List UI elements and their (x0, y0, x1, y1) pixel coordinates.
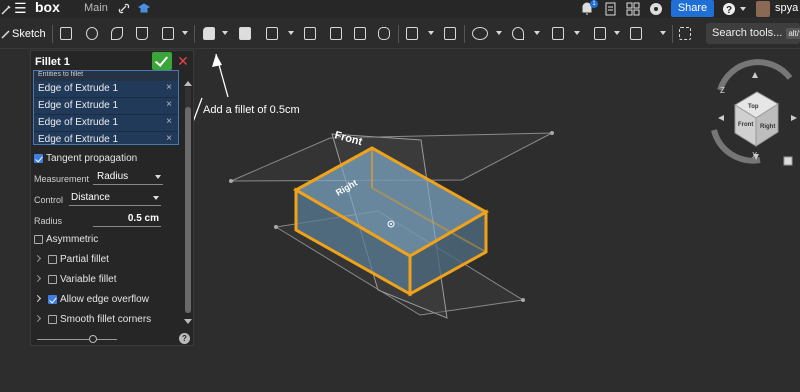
radius-label: Radius (34, 216, 63, 226)
plane-handle (521, 298, 525, 302)
control-label: Control (34, 195, 64, 205)
fillet-dialog: Fillet 1 ✕ Entities to fillet Edge of Ex… (30, 50, 194, 346)
entity-label: Edge of Extrude 1 (38, 83, 119, 94)
axis-z-label: Z (720, 86, 725, 95)
plane-handle (229, 179, 233, 183)
smooth-fillet-corners-checkbox[interactable] (48, 315, 57, 324)
plane-handle (274, 225, 278, 229)
list-item[interactable]: Edge of Extrude 1 × (34, 115, 178, 132)
smooth-fillet-corners-label: Smooth fillet corners (60, 314, 152, 325)
entities-label: Entities to fillet (38, 71, 84, 78)
radius-input[interactable]: 0.5 cm (93, 213, 161, 227)
entity-label: Edge of Extrude 1 (38, 117, 119, 128)
chevron-right-icon[interactable] (33, 314, 42, 323)
annotation-text: Add a fillet of 0.5cm (203, 104, 300, 116)
measurement-value: Radius (97, 171, 129, 182)
variable-fillet-checkbox[interactable] (48, 275, 57, 284)
entity-label: Edge of Extrude 1 (38, 100, 119, 111)
chevron-down-icon (155, 175, 161, 179)
view-cube-right: Right (760, 124, 775, 130)
scrollbar-thumb[interactable] (185, 107, 191, 313)
list-item[interactable]: Edge of Extrude 1 × (34, 81, 178, 98)
tangent-propagation-label: Tangent propagation (46, 153, 138, 164)
cancel-button[interactable]: ✕ (176, 52, 190, 70)
accept-button[interactable] (152, 52, 172, 70)
chevron-right-icon[interactable] (33, 254, 42, 263)
asymmetric-label: Asymmetric (46, 234, 99, 245)
measurement-select[interactable]: Radius (93, 171, 163, 185)
remove-entity-icon[interactable]: × (166, 82, 172, 93)
allow-edge-overflow-label: Allow edge overflow (60, 294, 149, 305)
remove-entity-icon[interactable]: × (166, 116, 172, 127)
partial-fillet-label: Partial fillet (60, 254, 109, 265)
view-cube-mini-icon (783, 156, 793, 166)
chevron-down-icon (153, 196, 159, 200)
plane-handle (550, 131, 554, 135)
entity-label: Edge of Extrude 1 (38, 134, 119, 145)
help-icon[interactable]: ? (179, 333, 190, 344)
tangent-propagation-checkbox[interactable] (34, 154, 43, 163)
variable-fillet-label: Variable fillet (60, 274, 117, 285)
view-cube[interactable]: Top Front Right Z X (711, 59, 797, 166)
list-item[interactable]: Edge of Extrude 1 × (34, 98, 178, 115)
scroll-up-arrow[interactable] (184, 81, 192, 86)
slider-knob[interactable] (89, 335, 97, 343)
panel-scrollbar[interactable] (185, 87, 191, 313)
origin-point-center (390, 223, 392, 225)
chevron-right-icon[interactable] (33, 274, 42, 283)
list-item[interactable]: Edge of Extrude 1 × (34, 132, 178, 145)
view-cube-front: Front (738, 122, 753, 128)
remove-entity-icon[interactable]: × (166, 99, 172, 110)
entities-to-fillet-list[interactable]: Entities to fillet Edge of Extrude 1 × Ed… (33, 70, 179, 145)
partial-fillet-checkbox[interactable] (48, 255, 57, 264)
asymmetric-checkbox[interactable] (34, 235, 43, 244)
panel-size-slider[interactable] (37, 339, 117, 340)
control-select[interactable]: Distance (69, 192, 161, 206)
remove-entity-icon[interactable]: × (166, 133, 172, 144)
allow-edge-overflow-checkbox[interactable] (48, 295, 57, 304)
scroll-down-arrow[interactable] (184, 319, 192, 324)
annotation-arrowhead (212, 54, 222, 67)
chevron-right-icon[interactable] (33, 294, 42, 303)
view-cube-top: Top (748, 104, 759, 110)
dialog-title: Fillet 1 (35, 56, 70, 68)
control-value: Distance (71, 192, 110, 203)
measurement-label: Measurement (34, 174, 90, 184)
